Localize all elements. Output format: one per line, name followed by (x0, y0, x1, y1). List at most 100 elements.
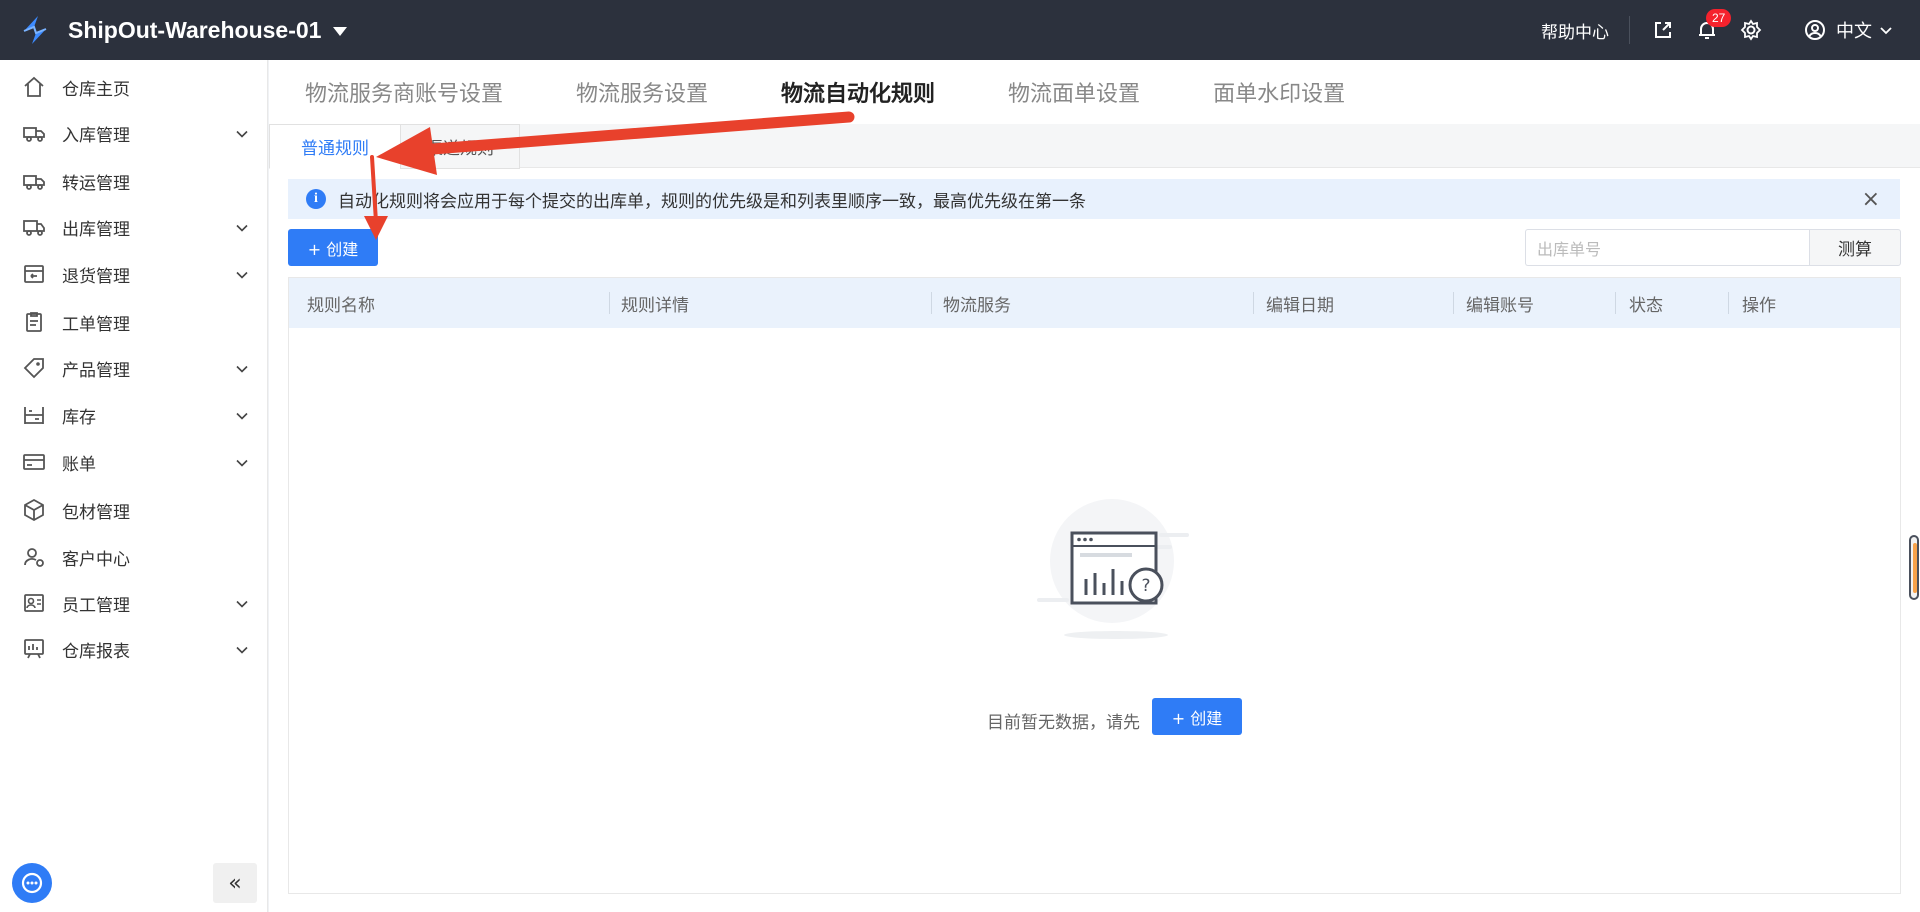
create-rule-button[interactable]: + 创建 (288, 229, 378, 266)
chevron-down-icon[interactable] (234, 455, 250, 471)
sidebar-item-inbound-truck[interactable]: 入库管理 (0, 111, 268, 155)
inbound-truck-icon (21, 120, 47, 146)
tab-label-settings[interactable]: 物流面单设置 (1008, 76, 1140, 108)
chat-bubble-icon (21, 872, 43, 894)
column-divider (1728, 292, 1729, 314)
sidebar-item-label: 转运管理 (62, 173, 130, 194)
report-icon (21, 636, 47, 662)
sub-tab-channel-rules[interactable]: 渠道规则 (400, 124, 520, 169)
header-actions: 帮助中心 27 中文 (1541, 0, 1920, 60)
settings-gear-icon[interactable] (1738, 17, 1764, 43)
sidebar-item-transfer-truck[interactable]: 转运管理 (0, 159, 268, 203)
tab-automation-rules[interactable]: 物流自动化规则 (781, 76, 935, 108)
warehouse-name[interactable]: ShipOut-Warehouse-01 (68, 17, 321, 44)
sidebar-item-shelf[interactable]: 库存 (0, 393, 268, 437)
collapse-sidebar-button[interactable]: « (213, 863, 257, 903)
clipboard-icon (21, 309, 47, 335)
rules-table: 规则名称 规则详情 物流服务 编辑日期 编辑账号 状态 操作 ? 目前暂无数据，… (288, 277, 1901, 894)
sidebar-item-label: 客户中心 (62, 549, 130, 570)
tab-watermark-settings[interactable]: 面单水印设置 (1213, 76, 1345, 108)
sidebar-item-label: 入库管理 (62, 125, 130, 146)
sidebar-item-label: 库存 (62, 407, 96, 428)
chevron-down-icon[interactable] (234, 220, 250, 236)
sidebar-item-label: 工单管理 (62, 314, 130, 335)
chevron-down-icon[interactable] (234, 642, 250, 658)
tab-carrier-accounts[interactable]: 物流服务商账号设置 (305, 76, 503, 108)
outbound-order-search-input[interactable]: 出库单号 (1525, 229, 1810, 266)
user-account-icon[interactable] (1804, 19, 1826, 41)
shipout-logo-icon[interactable] (18, 13, 52, 47)
column-actions: 操作 (1742, 295, 1776, 316)
language-switcher[interactable]: 中文 (1804, 17, 1894, 43)
empty-state: ? 目前暂无数据，请先 + 创建 (289, 328, 1900, 893)
measure-button[interactable]: 测算 (1809, 229, 1901, 266)
empty-data-illustration-icon: ? (1037, 499, 1189, 639)
sidebar-item-label: 退货管理 (62, 266, 130, 287)
sidebar: 仓库主页入库管理转运管理出库管理退货管理工单管理产品管理库存账单包材管理客户中心… (0, 60, 268, 912)
page-scrollbar-thumb[interactable] (1909, 535, 1919, 600)
user-gear-icon (21, 544, 47, 570)
language-chevron-down-icon[interactable] (1878, 22, 1894, 38)
close-alert-icon[interactable]: × (1862, 187, 1880, 212)
column-edit-date: 编辑日期 (1266, 295, 1334, 316)
empty-state-text: 目前暂无数据，请先 (987, 713, 1140, 733)
sidebar-item-home[interactable]: 仓库主页 (0, 65, 268, 109)
sidebar-item-label: 仓库报表 (62, 641, 130, 662)
info-alert: i 自动化规则将会应用于每个提交的出库单，规则的优先级是和列表里顺序一致，最高优… (288, 179, 1900, 219)
sidebar-item-clipboard[interactable]: 工单管理 (0, 300, 268, 344)
notification-bell-icon[interactable]: 27 (1694, 9, 1732, 43)
staff-icon (21, 590, 47, 616)
sidebar-item-label: 仓库主页 (62, 79, 130, 100)
tag-icon (21, 355, 47, 381)
sidebar-item-report[interactable]: 仓库报表 (0, 627, 268, 671)
column-divider (1615, 292, 1616, 314)
sidebar-item-package[interactable]: 包材管理 (0, 488, 268, 532)
package-icon (21, 497, 47, 523)
sidebar-item-label: 账单 (62, 454, 96, 475)
sidebar-item-tag[interactable]: 产品管理 (0, 346, 268, 390)
transfer-truck-icon (21, 168, 47, 194)
notification-badge: 27 (1706, 9, 1732, 27)
sidebar-item-label: 包材管理 (62, 502, 130, 523)
chevron-down-icon[interactable] (234, 596, 250, 612)
sidebar-item-card[interactable]: 账单 (0, 440, 268, 484)
alert-text: 自动化规则将会应用于每个提交的出库单，规则的优先级是和列表里顺序一致，最高优先级… (338, 191, 1086, 212)
column-logistics-service: 物流服务 (943, 295, 1011, 316)
chat-support-button[interactable] (12, 863, 52, 903)
main-content: 物流服务商账号设置 物流服务设置 物流自动化规则 物流面单设置 面单水印设置 普… (269, 60, 1920, 912)
rule-type-tabs: 普通规则 渠道规则 (269, 124, 1920, 169)
chevron-down-icon[interactable] (234, 408, 250, 424)
sidebar-item-label: 出库管理 (62, 219, 130, 240)
warehouse-dropdown-icon[interactable] (333, 27, 348, 36)
sidebar-item-staff[interactable]: 员工管理 (0, 581, 268, 625)
sidebar-item-label: 产品管理 (62, 360, 130, 381)
column-divider (609, 292, 610, 314)
column-divider (1253, 292, 1254, 314)
language-label[interactable]: 中文 (1836, 17, 1872, 43)
card-icon (21, 449, 47, 475)
sidebar-item-user-gear[interactable]: 客户中心 (0, 535, 268, 579)
svg-text:?: ? (1141, 576, 1150, 596)
chevron-down-icon[interactable] (234, 126, 250, 142)
share-export-icon[interactable] (1650, 17, 1676, 43)
sub-tab-general-rules[interactable]: 普通规则 (269, 124, 401, 169)
tab-logistics-services[interactable]: 物流服务设置 (576, 76, 708, 108)
column-status: 状态 (1629, 295, 1663, 316)
help-center-link[interactable]: 帮助中心 (1541, 16, 1630, 44)
column-rule-name: 规则名称 (307, 295, 375, 316)
outbound-truck-icon (21, 214, 47, 240)
top-header: ShipOut-Warehouse-01 帮助中心 27 中文 (0, 0, 1920, 60)
home-icon (21, 74, 47, 100)
column-divider (1453, 292, 1454, 314)
column-divider (931, 292, 932, 314)
chevron-down-icon[interactable] (234, 267, 250, 283)
column-edit-account: 编辑账号 (1466, 295, 1534, 316)
empty-create-button[interactable]: + 创建 (1152, 698, 1242, 735)
sidebar-item-outbound-truck[interactable]: 出库管理 (0, 205, 268, 249)
chevron-down-icon[interactable] (234, 361, 250, 377)
info-icon: i (306, 189, 326, 209)
table-header: 规则名称 规则详情 物流服务 编辑日期 编辑账号 状态 操作 (289, 278, 1900, 328)
sidebar-item-label: 员工管理 (62, 595, 130, 616)
sidebar-item-return-box[interactable]: 退货管理 (0, 252, 268, 296)
settings-tabs: 物流服务商账号设置 物流服务设置 物流自动化规则 物流面单设置 面单水印设置 (269, 60, 1920, 124)
